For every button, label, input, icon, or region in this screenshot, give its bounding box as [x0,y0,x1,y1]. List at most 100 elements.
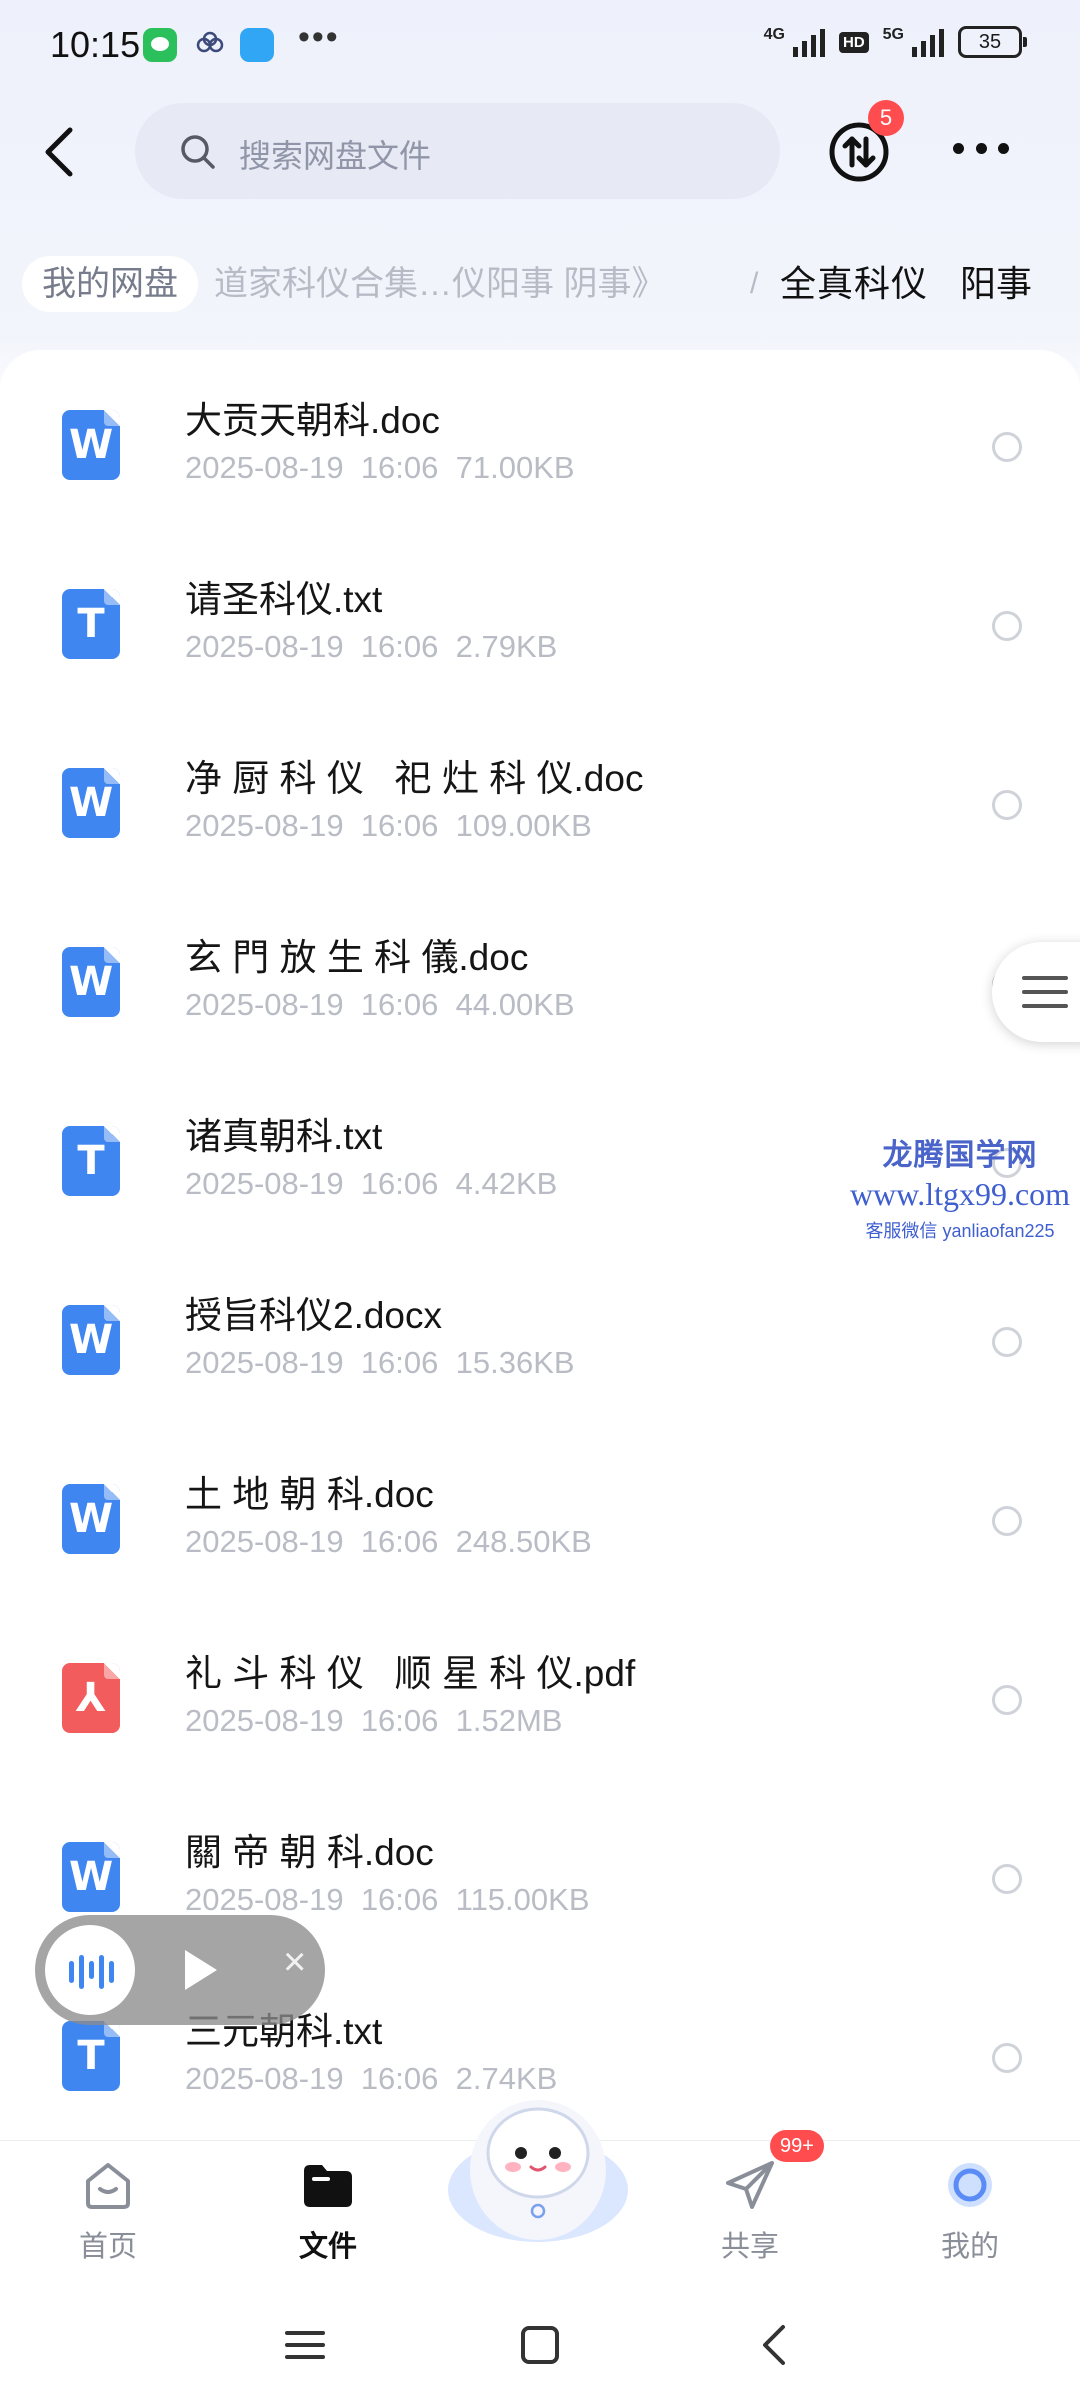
file-row[interactable]: W 授旨科仪2.docx 2025-08-19 16:06 15.36KB [0,1245,1080,1424]
breadcrumb-next[interactable]: 阳事 [960,256,1032,312]
file-row[interactable]: T 请圣科仪.txt 2025-08-19 16:06 2.79KB [0,529,1080,708]
nav-item-profile[interactable]: 我的 [895,2141,1045,2291]
text-file-icon: T [62,2021,120,2091]
watermark-url: www.ltgx99.com [849,1176,1071,1212]
menu-line-icon [1022,1004,1068,1008]
cloud-notification-icon [193,28,227,62]
watermark: 龙腾国学网 www.ltgx99.com 客服微信 yanliaofan225 [845,1130,1075,1243]
breadcrumb-root[interactable]: 我的网盘 [22,256,198,312]
word-file-icon: W [62,1842,120,1912]
dot-icon [975,142,987,154]
file-row[interactable]: ⅄ 礼 斗 科 仪 顺 星 科 仪.pdf 2025-08-19 16:06 1… [0,1603,1080,1782]
file-name: 诸真朝科.txt [185,1116,383,1157]
back-button[interactable] [38,122,82,182]
file-meta: 2025-08-19 16:06 4.42KB [185,1166,557,1202]
home-square-icon[interactable] [510,2315,570,2375]
signal-5g-icon [912,27,944,57]
signal-icon [792,27,825,57]
select-radio[interactable] [992,1685,1022,1715]
word-file-icon: W [62,1484,120,1554]
nav-label-home: 首页 [78,2231,137,2263]
network-5g-label: 5G [882,26,904,43]
file-date: 2025-08-19 [185,1345,344,1380]
word-file-icon: W [62,768,120,838]
file-date: 2025-08-19 [185,629,344,664]
nav-item-home[interactable]: 首页 [33,2141,183,2291]
select-radio[interactable] [992,1506,1022,1536]
nav-item-share[interactable]: 共享 [675,2141,825,2291]
share-count-badge: 99+ [770,2130,824,2162]
file-time: 16:06 [360,1703,439,1738]
file-meta: 2025-08-19 16:06 1.52MB [185,1703,562,1739]
battery-icon: 35 [958,26,1027,58]
file-date: 2025-08-19 [185,1703,344,1738]
file-meta: 2025-08-19 16:06 15.36KB [185,1345,575,1381]
system-nav-bar [0,2290,1080,2400]
nav-label-profile: 我的 [940,2231,999,2263]
text-file-icon: T [62,589,120,659]
file-name: 请圣科仪.txt [185,579,383,620]
file-size: 248.50KB [455,1524,592,1559]
close-icon[interactable]: × [283,1940,306,1985]
file-time: 16:06 [360,1882,439,1917]
file-size: 44.00KB [455,987,575,1022]
select-radio[interactable] [992,1327,1022,1357]
file-size: 71.00KB [455,450,575,485]
audio-wave-icon[interactable] [45,1925,135,2015]
nav-label-files: 文件 [298,2231,357,2263]
file-meta: 2025-08-19 16:06 115.00KB [185,1882,590,1918]
file-size: 2.79KB [455,629,558,664]
search-input[interactable]: 搜索网盘文件 [135,103,780,199]
file-row[interactable]: W 净 厨 科 仪 祀 灶 科 仪.doc 2025-08-19 16:06 1… [0,708,1080,887]
word-file-icon: W [62,947,120,1017]
breadcrumb-middle[interactable]: 道家科仪合集…仪阳事 阴事》 [214,256,665,312]
file-name: 授旨科仪2.docx [185,1295,443,1336]
select-radio[interactable] [992,1864,1022,1894]
watermark-title: 龙腾国学网 [882,1139,1038,1172]
breadcrumb-current[interactable]: 全真科仪 [780,256,928,312]
file-time: 16:06 [360,450,439,485]
more-options-button[interactable] [953,138,1009,158]
file-name: 净 厨 科 仪 祀 灶 科 仪.doc [185,758,644,799]
file-name: 大贡天朝科.doc [185,400,440,441]
file-row[interactable]: W 玄 門 放 生 科 儀.doc 2025-08-19 16:06 44.00… [0,887,1080,1066]
pdf-file-icon: ⅄ [62,1663,120,1733]
menu-icon[interactable] [275,2315,335,2375]
hd-badge: HD [838,31,869,53]
dot-icon [998,142,1009,154]
file-date: 2025-08-19 [185,987,344,1022]
file-size: 109.00KB [455,808,592,843]
nav-item-files[interactable]: 文件 [253,2141,403,2291]
select-radio[interactable] [992,611,1022,641]
file-list: W 大贡天朝科.doc 2025-08-19 16:06 71.00KB T 请… [0,350,1080,2140]
app-notification-icon [240,28,274,62]
file-time: 16:06 [360,1166,439,1201]
play-icon[interactable] [185,1950,217,1990]
file-row[interactable]: W 大贡天朝科.doc 2025-08-19 16:06 71.00KB [0,350,1080,529]
file-name: 土 地 朝 科.doc [185,1474,434,1515]
breadcrumb-separator: / [750,267,759,300]
file-date: 2025-08-19 [185,1166,344,1201]
mascot-icon [448,2100,628,2242]
select-radio[interactable] [992,2043,1022,2073]
file-time: 16:06 [360,1345,439,1380]
back-arrow-icon[interactable] [745,2315,805,2375]
breadcrumb: 道家科仪合集…仪阳事 阴事》 我的网盘 / 全真科仪 阳事 [0,250,1080,320]
transfer-count-badge: 5 [868,100,904,136]
mascot-assistant-button[interactable] [443,2075,633,2250]
file-meta: 2025-08-19 16:06 71.00KB [185,450,575,486]
text-file-icon: T [62,1126,120,1196]
file-meta: 2025-08-19 16:06 248.50KB [185,1524,592,1560]
folder-icon [304,2165,352,2207]
audio-mini-player[interactable]: × [35,1915,325,2025]
file-size: 1.52MB [455,1703,563,1738]
file-date: 2025-08-19 [185,2061,344,2096]
search-placeholder: 搜索网盘文件 [239,138,432,174]
file-date: 2025-08-19 [185,450,344,485]
select-radio[interactable] [992,790,1022,820]
file-row[interactable]: W 土 地 朝 科.doc 2025-08-19 16:06 248.50KB [0,1424,1080,1603]
select-radio[interactable] [992,432,1022,462]
chevron-left-icon [45,127,73,177]
home-icon [86,2163,130,2209]
watermark-contact: 客服微信 yanliaofan225 [865,1221,1055,1241]
